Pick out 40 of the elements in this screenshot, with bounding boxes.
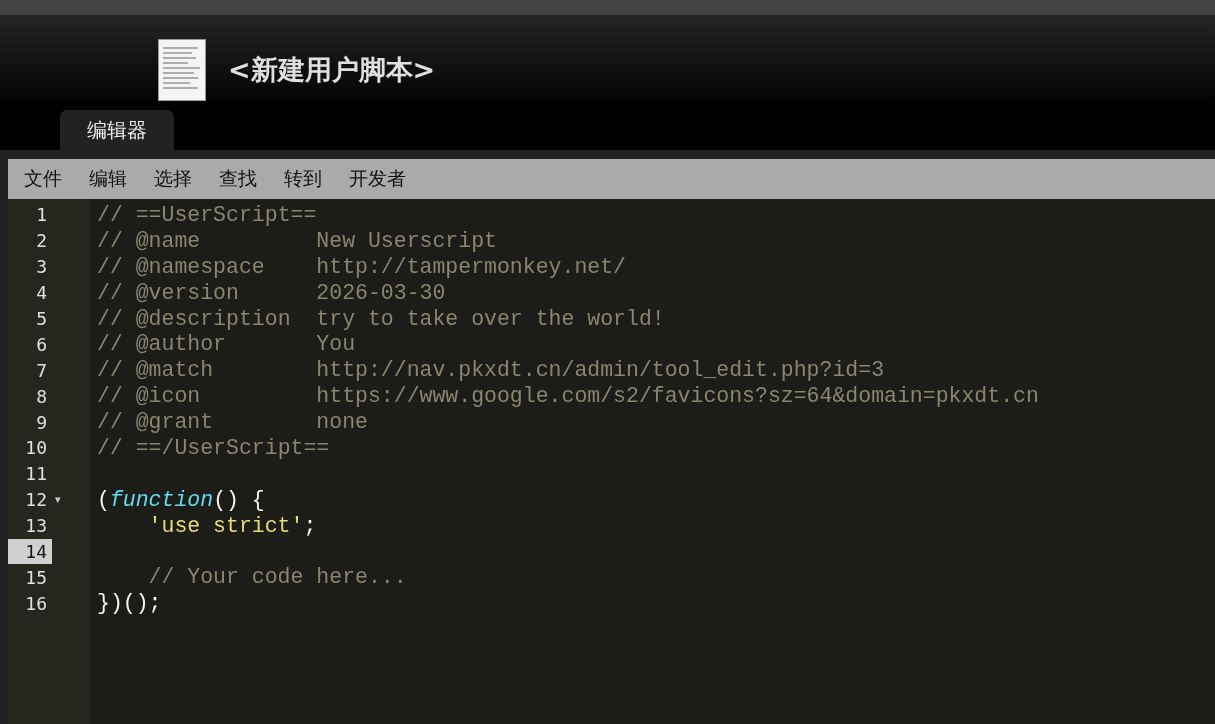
code-line: // @description try to take over the world! [97, 306, 665, 331]
code-line: // @icon https://www.google.com/s2/favicons?sz=64&domain=pkxdt.cn [97, 384, 1039, 409]
line-number: 14 [8, 538, 52, 565]
line-number: 4 [35, 281, 48, 306]
menu-item[interactable]: 转到 [284, 166, 322, 192]
editor-tab[interactable]: 编辑器 [60, 110, 174, 150]
line-number: 1 [35, 203, 48, 228]
code-line: 'use strict'; [148, 513, 317, 538]
script-title: <新建用户脚本> [228, 52, 436, 87]
line-number: 9 [35, 410, 48, 435]
line-number: 11 [24, 462, 48, 487]
code-line: // @grant none [97, 410, 368, 435]
code-line: })(); [97, 591, 162, 616]
line-number: 16 [24, 591, 48, 616]
line-number: 15 [24, 565, 48, 590]
line-number: 12 [24, 488, 48, 513]
line-number: 13 [24, 514, 48, 539]
code-line: (function() { [97, 487, 265, 512]
code-line: // Your code here... [148, 565, 407, 590]
code-line: // @author You [97, 332, 356, 357]
menu-item[interactable]: 开发者 [349, 166, 406, 192]
line-number: 6 [35, 332, 48, 357]
menu-item[interactable]: 编辑 [89, 166, 127, 192]
code-line: // @namespace http://tampermonkey.net/ [97, 254, 626, 279]
menu-item[interactable]: 文件 [24, 166, 62, 192]
line-number: 3 [35, 255, 48, 280]
code-line: // @match http://nav.pkxdt.cn/admin/tool_edit.php?id=3 [97, 358, 885, 383]
code-line: // @name New Userscript [97, 228, 497, 253]
line-number: 5 [35, 307, 48, 331]
line-number: 2 [35, 229, 48, 254]
code-line: // ==UserScript== [97, 202, 317, 227]
menu-item[interactable]: 查找 [219, 166, 257, 192]
document-icon [158, 38, 206, 101]
line-number: 10 [24, 436, 48, 461]
line-number: 8 [35, 384, 48, 409]
fold-toggle[interactable]: ▾ [55, 493, 61, 507]
code-line: // @version 2026-03-30 [97, 280, 446, 305]
menu-item[interactable]: 选择 [154, 166, 192, 192]
line-number: 7 [35, 358, 48, 383]
code-line: // ==/UserScript== [97, 435, 330, 460]
